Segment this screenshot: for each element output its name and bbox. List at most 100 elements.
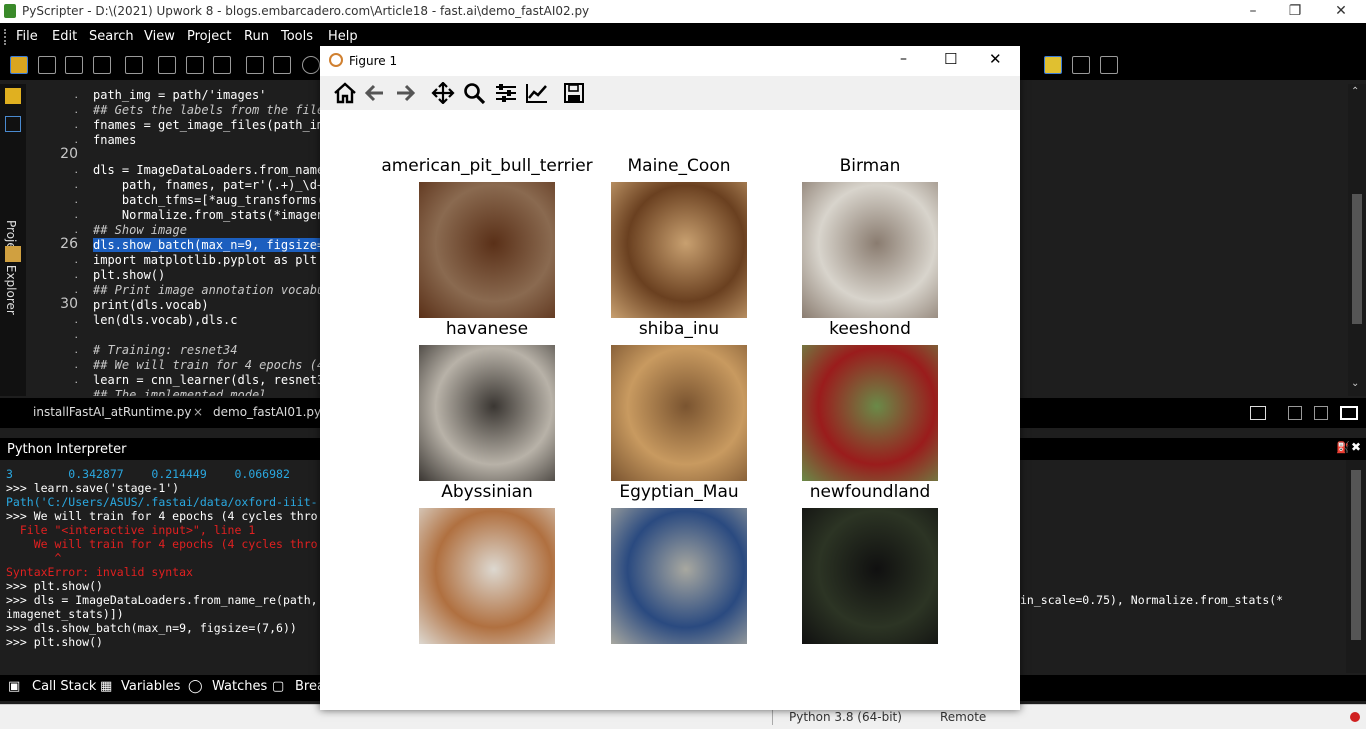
record-icon	[1350, 712, 1360, 722]
console-scroll-thumb[interactable]	[1351, 470, 1361, 640]
restore-button[interactable]: ❐	[1272, 0, 1318, 23]
minimize-button[interactable]: –	[1230, 0, 1276, 23]
scroll-down-icon[interactable]: ⌄	[1351, 378, 1359, 389]
pet-image	[611, 345, 747, 481]
save-figure-icon[interactable]	[562, 82, 586, 104]
code-line[interactable]: dls = ImageDataLoaders.from_name_	[93, 163, 331, 177]
figure-minimize-button[interactable]: –	[900, 51, 907, 67]
code-line[interactable]: ## The implemented model	[93, 388, 266, 396]
window-list-icon[interactable]	[1250, 406, 1266, 420]
menu-search[interactable]: Search	[89, 29, 134, 44]
status-divider	[772, 709, 773, 725]
tab-call-stack[interactable]: Call Stack	[32, 679, 96, 694]
code-line[interactable]: Normalize.from_stats(*imagene	[93, 208, 332, 222]
figure-maximize-button[interactable]: ☐	[944, 50, 957, 68]
gutter-marker: .	[74, 178, 79, 191]
undo-icon[interactable]	[246, 56, 264, 74]
configure-icon[interactable]	[494, 82, 518, 104]
new-python-file-icon[interactable]	[10, 56, 28, 74]
console-overflow-text: in_scale=0.75), Normalize.from_stats(*	[1020, 593, 1284, 607]
figure-canvas[interactable]: american_pit_bull_terrier Maine_Coon Birma…	[320, 110, 1020, 710]
pyscripter-window: PyScripter - D:\(2021) Upwork 8 - blogs.…	[0, 0, 1366, 729]
code-line[interactable]: ## Gets the labels from the filen	[93, 103, 331, 117]
figure-window: Figure 1 – ☐ ✕ american_pit_bull_terrier…	[320, 46, 1020, 710]
file-explorer-icon[interactable]	[5, 88, 21, 104]
pin-icon[interactable]: ⛽	[1336, 441, 1350, 454]
menu-project[interactable]: Project	[187, 29, 231, 44]
project-explorer-icon[interactable]	[5, 116, 21, 132]
gutter-marker: .	[74, 328, 79, 341]
forward-icon[interactable]	[393, 82, 417, 104]
image-label: newfoundland	[809, 482, 931, 502]
image-label: keeshond	[829, 319, 911, 339]
back-icon[interactable]	[363, 82, 387, 104]
code-line[interactable]: len(dls.vocab),dls.c	[93, 313, 238, 327]
menu-help[interactable]: Help	[328, 29, 358, 44]
code-line[interactable]: print(dls.vocab)	[93, 298, 209, 312]
code-line[interactable]: plt.show()	[93, 268, 165, 282]
redo-icon[interactable]	[273, 56, 291, 74]
code-line[interactable]: # Training: resnet34	[93, 343, 238, 357]
project-explorer-label[interactable]: Project Explorer	[4, 220, 18, 315]
close-button[interactable]: ✕	[1318, 0, 1364, 23]
pan-icon[interactable]	[431, 82, 455, 104]
gutter-marker: .	[74, 343, 79, 356]
code-line[interactable]: import matplotlib.pyplot as plt	[93, 253, 317, 267]
gutter-marker: 20	[60, 146, 78, 162]
code-line[interactable]: fnames	[93, 133, 136, 147]
selected-code-line[interactable]: dls.show_batch(max_n=9, figsize=	[93, 238, 325, 252]
python-versions-icon[interactable]	[1044, 56, 1062, 74]
console-line: >>> dls.show_batch(max_n=9, figsize=(7,6…	[6, 621, 297, 635]
gutter-marker: .	[74, 193, 79, 206]
tab-variables[interactable]: Variables	[121, 679, 180, 694]
tab-close-icon[interactable]: ×	[193, 405, 203, 419]
menu-edit[interactable]: Edit	[52, 29, 77, 44]
code-line[interactable]: ## Show image	[93, 223, 187, 237]
cut-icon[interactable]	[158, 56, 176, 74]
console-line: >>> learn.save('stage-1')	[6, 481, 180, 495]
menu-view[interactable]: View	[144, 29, 175, 44]
editor-scrollbar[interactable]: ⌃ ⌄	[1348, 84, 1366, 396]
scroll-up-icon[interactable]: ⌃	[1351, 86, 1359, 97]
editor-scroll-thumb[interactable]	[1352, 194, 1362, 324]
code-line[interactable]: fnames = get_image_files(path_img	[93, 118, 331, 132]
previous-tab-icon[interactable]	[1288, 406, 1302, 420]
gutter-marker: .	[74, 388, 79, 396]
next-tab-icon[interactable]	[1314, 406, 1328, 420]
pet-image	[611, 508, 747, 644]
zoom-icon[interactable]	[463, 82, 487, 104]
figure-close-button[interactable]: ✕	[989, 50, 1002, 68]
menu-file[interactable]: File	[16, 29, 38, 44]
edit-axes-icon[interactable]	[525, 82, 549, 104]
tab-installfastai[interactable]: installFastAI_atRuntime.py	[33, 405, 192, 419]
print-icon[interactable]	[125, 56, 143, 74]
interpreter-close-icon[interactable]: ✖	[1351, 440, 1361, 454]
home-icon[interactable]	[333, 82, 357, 104]
save-all-icon[interactable]	[93, 56, 111, 74]
open-folder-icon[interactable]	[1340, 406, 1358, 420]
open-file-icon[interactable]	[38, 56, 56, 74]
code-line[interactable]: path_img = path/'images'	[93, 88, 266, 102]
code-line[interactable]: ## Print image annotation vocabul	[93, 283, 331, 297]
console-scrollbar[interactable]	[1346, 460, 1366, 673]
layout-dropdown-icon[interactable]	[1100, 56, 1118, 74]
tab-watches[interactable]: Watches	[212, 679, 267, 694]
code-line[interactable]: path, fnames, pat=r'(.+)_\d+	[93, 178, 324, 192]
menu-tools[interactable]: Tools	[281, 29, 313, 44]
menu-run[interactable]: Run	[244, 29, 269, 44]
tab-demo-fastai01[interactable]: demo_fastAI01.py	[213, 405, 321, 419]
save-icon[interactable]	[65, 56, 83, 74]
find-icon[interactable]	[302, 56, 320, 74]
gutter-marker: .	[74, 268, 79, 281]
pet-image	[419, 182, 555, 318]
paste-icon[interactable]	[213, 56, 231, 74]
code-line[interactable]: ## We will train for 4 epochs (4	[93, 358, 331, 372]
engine-mode-status[interactable]: Remote	[940, 710, 986, 724]
line-gutter: .... 20..... 26... 30......	[30, 84, 80, 396]
code-line[interactable]: learn = cnn_learner(dls, resnet34	[93, 373, 331, 387]
code-explorer-icon[interactable]	[5, 246, 21, 262]
copy-icon[interactable]	[186, 56, 204, 74]
layouts-icon[interactable]	[1072, 56, 1090, 74]
python-version-status[interactable]: Python 3.8 (64-bit)	[789, 710, 902, 724]
code-line[interactable]: batch_tfms=[*aug_transforms(s	[93, 193, 332, 207]
